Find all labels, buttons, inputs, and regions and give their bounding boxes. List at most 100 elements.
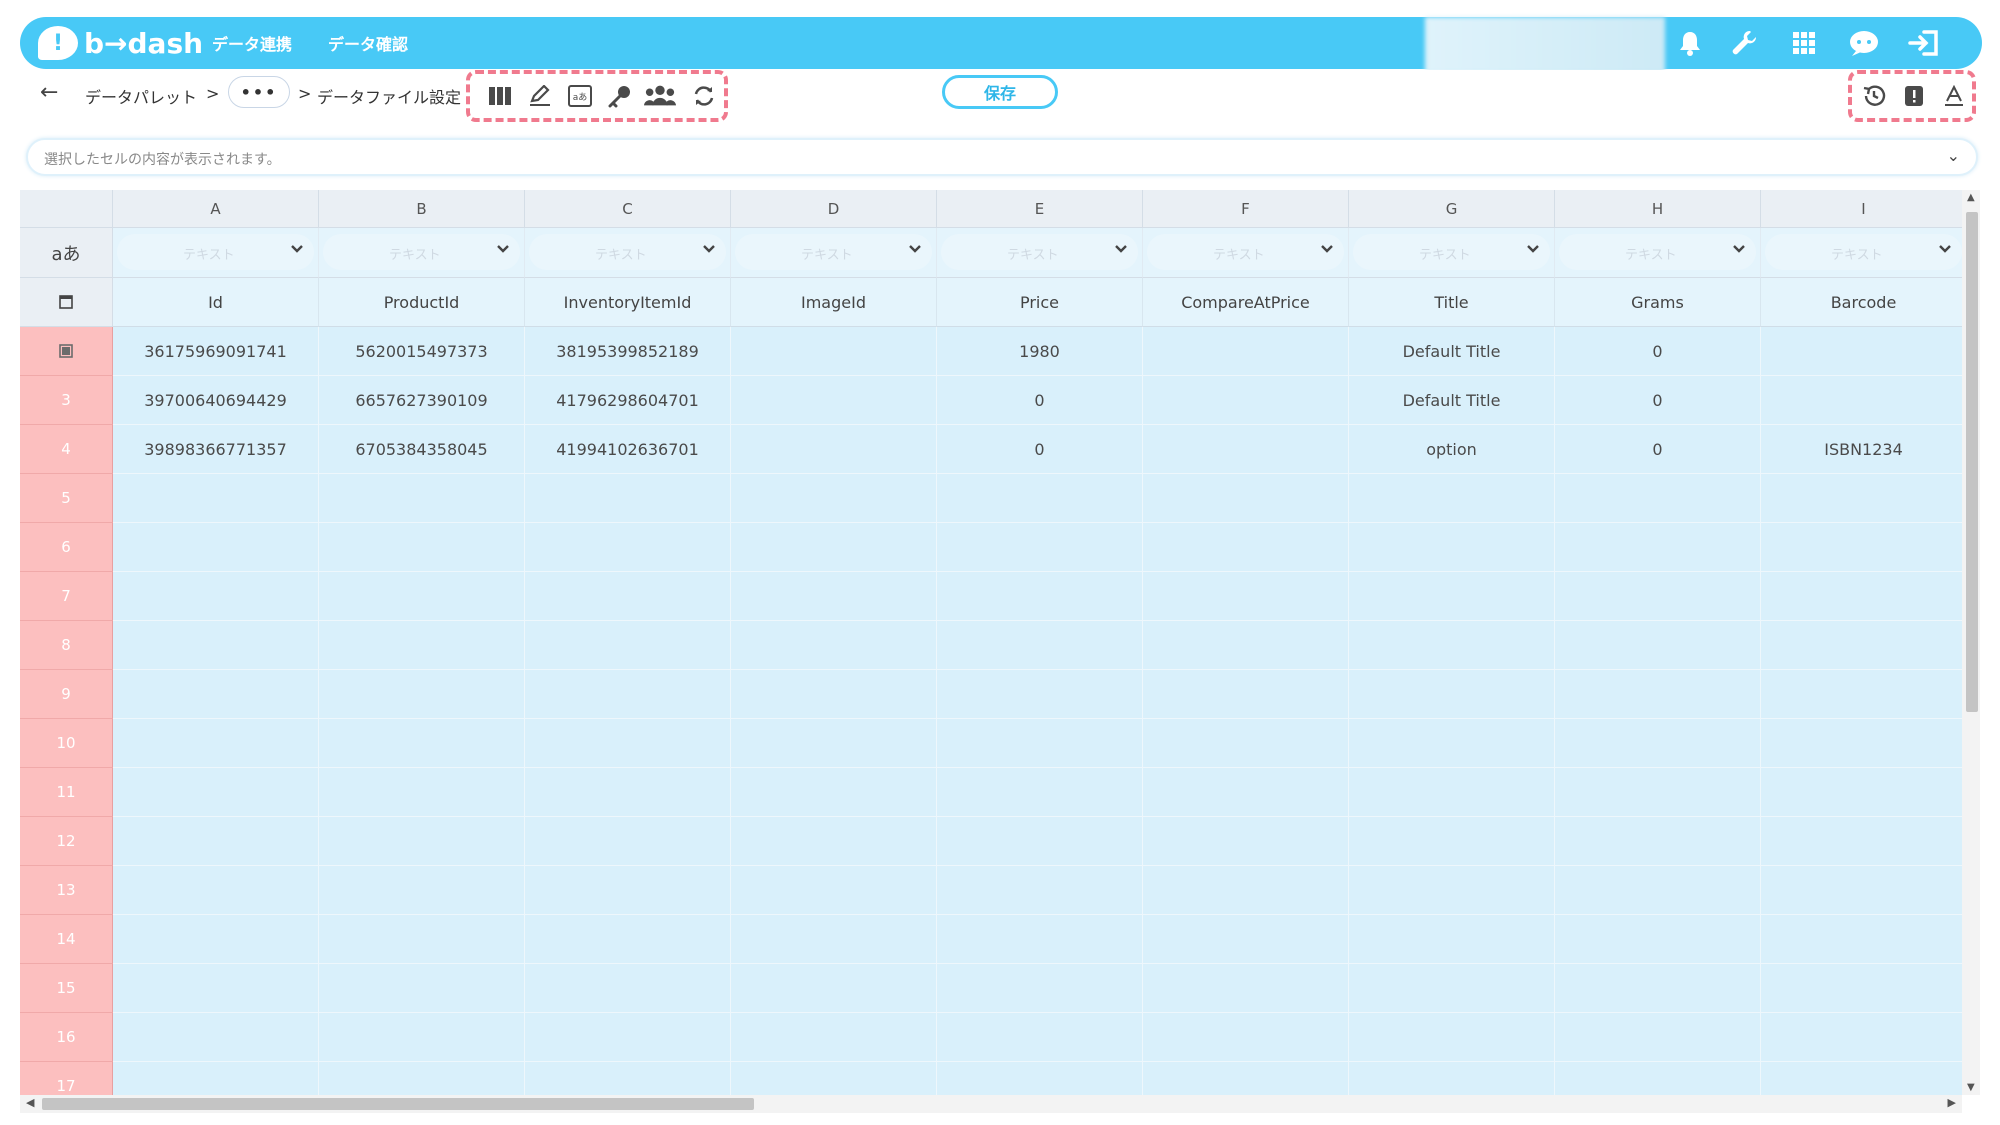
chevron-down-icon[interactable] — [1938, 242, 1952, 258]
wrench-icon[interactable] — [1726, 25, 1762, 61]
table-cell[interactable] — [731, 1013, 937, 1062]
vertical-scrollbar[interactable]: ▲ ▼ — [1962, 190, 1980, 1095]
column-type-select[interactable]: テキスト — [323, 234, 520, 270]
table-cell[interactable] — [1555, 866, 1761, 915]
scroll-left-arrow-icon[interactable]: ◀ — [26, 1096, 34, 1109]
table-cell[interactable] — [1555, 621, 1761, 670]
table-cell[interactable] — [1761, 523, 1962, 572]
table-cell[interactable] — [1761, 768, 1962, 817]
table-cell[interactable] — [731, 866, 937, 915]
table-cell[interactable] — [937, 817, 1143, 866]
row-number[interactable]: 17 — [20, 1062, 113, 1095]
table-cell[interactable]: 0 — [937, 376, 1143, 425]
chevron-down-icon[interactable]: ⌄ — [1947, 146, 1960, 165]
table-cell[interactable] — [1143, 670, 1349, 719]
table-cell[interactable] — [319, 523, 525, 572]
chevron-down-icon[interactable] — [496, 242, 510, 258]
table-cell[interactable] — [731, 523, 937, 572]
table-cell[interactable] — [525, 621, 731, 670]
table-cell[interactable] — [1349, 817, 1555, 866]
table-cell[interactable]: 41796298604701 — [525, 376, 731, 425]
column-type-select[interactable]: テキスト — [1559, 234, 1756, 270]
table-cell[interactable] — [1555, 1013, 1761, 1062]
chat-icon[interactable] — [1846, 25, 1882, 61]
table-cell[interactable] — [113, 817, 319, 866]
table-cell[interactable] — [319, 768, 525, 817]
chevron-down-icon[interactable] — [702, 242, 716, 258]
field-name-header[interactable]: Barcode — [1761, 278, 1962, 327]
table-cell[interactable] — [525, 523, 731, 572]
table-cell[interactable] — [937, 474, 1143, 523]
nav-data-link[interactable]: データ連携 — [212, 31, 292, 55]
table-cell[interactable] — [1143, 572, 1349, 621]
refresh-icon[interactable] — [688, 80, 720, 112]
field-name-header[interactable]: Price — [937, 278, 1143, 327]
field-name-header[interactable]: Title — [1349, 278, 1555, 327]
history-icon[interactable] — [1858, 80, 1890, 112]
table-cell[interactable] — [1555, 915, 1761, 964]
table-cell[interactable] — [319, 817, 525, 866]
table-cell[interactable] — [1761, 964, 1962, 1013]
column-type-select[interactable]: テキスト — [117, 234, 314, 270]
field-name-header[interactable]: ProductId — [319, 278, 525, 327]
row-number[interactable]: 11 — [20, 768, 113, 817]
table-cell[interactable]: Default Title — [1349, 376, 1555, 425]
table-cell[interactable] — [1143, 719, 1349, 768]
table-cell[interactable] — [113, 1013, 319, 1062]
field-name-header[interactable]: Id — [113, 278, 319, 327]
table-cell[interactable] — [1555, 572, 1761, 621]
chevron-down-icon[interactable] — [1732, 242, 1746, 258]
row-number[interactable]: 10 — [20, 719, 113, 768]
table-cell[interactable] — [319, 572, 525, 621]
table-cell[interactable] — [525, 817, 731, 866]
table-cell[interactable] — [1349, 915, 1555, 964]
columns-icon[interactable] — [484, 80, 516, 112]
logo[interactable]: ! b→dash — [38, 24, 203, 62]
table-cell[interactable] — [113, 670, 319, 719]
table-cell[interactable] — [1761, 376, 1962, 425]
logout-icon[interactable] — [1906, 25, 1942, 61]
table-cell[interactable] — [525, 866, 731, 915]
table-cell[interactable] — [731, 327, 937, 376]
table-cell[interactable] — [113, 1062, 319, 1095]
table-cell[interactable] — [1761, 474, 1962, 523]
breadcrumb-more-button[interactable]: ••• — [228, 76, 290, 108]
chevron-down-icon[interactable] — [1526, 242, 1540, 258]
table-cell[interactable] — [525, 670, 731, 719]
table-cell[interactable] — [1143, 1062, 1349, 1095]
table-cell[interactable] — [113, 964, 319, 1013]
table-cell[interactable] — [1349, 621, 1555, 670]
table-cell[interactable] — [113, 719, 319, 768]
table-cell[interactable] — [731, 719, 937, 768]
table-cell[interactable] — [731, 817, 937, 866]
table-cell[interactable] — [319, 474, 525, 523]
table-cell[interactable] — [525, 915, 731, 964]
table-cell[interactable] — [731, 621, 937, 670]
grid-corner[interactable] — [20, 190, 113, 228]
table-cell[interactable]: 41994102636701 — [525, 425, 731, 474]
chevron-down-icon[interactable] — [290, 242, 304, 258]
table-cell[interactable]: 38195399852189 — [525, 327, 731, 376]
table-cell[interactable] — [731, 670, 937, 719]
table-cell[interactable] — [1143, 621, 1349, 670]
table-cell[interactable] — [113, 523, 319, 572]
table-cell[interactable] — [1143, 768, 1349, 817]
row-number[interactable]: 13 — [20, 866, 113, 915]
table-cell[interactable] — [731, 376, 937, 425]
horizontal-scroll-thumb[interactable] — [42, 1098, 754, 1110]
table-cell[interactable] — [1349, 474, 1555, 523]
column-type-select[interactable]: テキスト — [1147, 234, 1344, 270]
column-header[interactable]: I — [1761, 190, 1962, 228]
table-cell[interactable] — [1143, 915, 1349, 964]
table-cell[interactable] — [1143, 425, 1349, 474]
row-number[interactable]: 7 — [20, 572, 113, 621]
table-cell[interactable] — [1555, 817, 1761, 866]
table-cell[interactable] — [1555, 964, 1761, 1013]
field-name-header[interactable]: CompareAtPrice — [1143, 278, 1349, 327]
table-cell[interactable] — [319, 1062, 525, 1095]
table-cell[interactable] — [319, 621, 525, 670]
table-cell[interactable]: 36175969091741 — [113, 327, 319, 376]
table-cell[interactable] — [113, 621, 319, 670]
table-cell[interactable] — [731, 1062, 937, 1095]
column-type-select[interactable]: テキスト — [735, 234, 932, 270]
